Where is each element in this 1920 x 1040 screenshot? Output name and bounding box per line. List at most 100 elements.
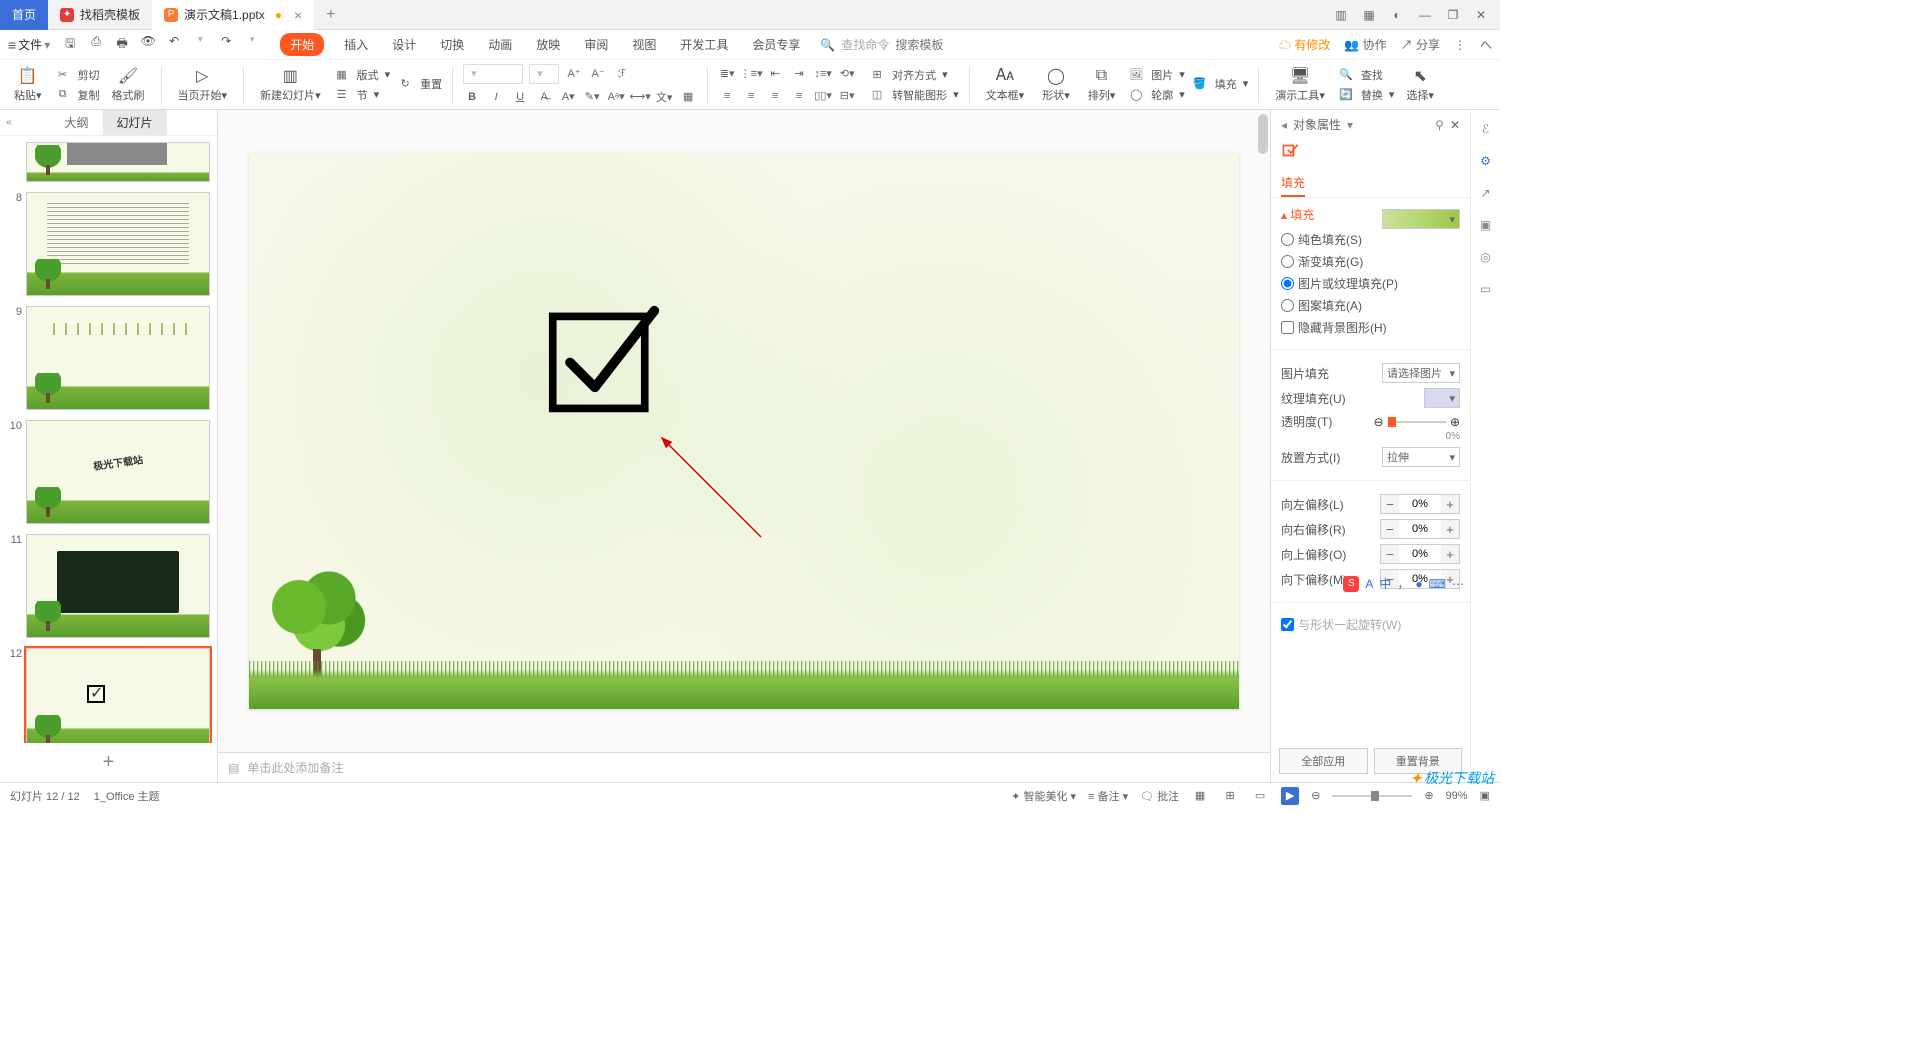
tab-document[interactable]: P 演示文稿1.pptx ● × — [152, 0, 314, 30]
slides-tab[interactable]: 幻灯片 — [103, 110, 167, 135]
tab-review[interactable]: 审阅 — [580, 33, 612, 56]
gradient-fill-radio[interactable]: 渐变填充(G) — [1281, 253, 1363, 270]
apply-all-button[interactable]: 全部应用 — [1279, 748, 1368, 774]
grid-icon[interactable]: ▦ — [1360, 6, 1378, 24]
tab-close-icon[interactable]: × — [294, 7, 302, 23]
tab-member[interactable]: 会员专享 — [748, 33, 804, 56]
increase-font-icon[interactable]: A⁺ — [565, 65, 583, 83]
resource-tool-icon[interactable]: ▣ — [1477, 216, 1495, 234]
normal-view-icon[interactable]: ▦ — [1191, 787, 1209, 805]
copy-icon[interactable]: ⧉ — [54, 86, 72, 104]
hamburger-icon[interactable]: ≡ — [8, 37, 16, 53]
thumbnail-list[interactable]: 8 9 10极光下载站 11 12 — [0, 136, 217, 743]
template-search-input[interactable] — [895, 38, 975, 52]
ime-toolbar[interactable]: S A 中 ， ● ⌨ ⋯ — [1343, 575, 1464, 592]
textbox-button[interactable]: 🗛文本框▾ — [980, 66, 1031, 103]
arrange-button[interactable]: ⧉排列▾ — [1082, 66, 1122, 103]
theme-tool-icon[interactable]: ◎ — [1477, 248, 1495, 266]
paste-button[interactable]: 📋粘贴▾ — [8, 66, 48, 103]
start-slideshow-button[interactable]: ▷当页开始▾ — [172, 66, 234, 103]
close-window-icon[interactable]: ✕ — [1472, 6, 1490, 24]
text-direction-icon[interactable]: ⟲▾ — [838, 65, 856, 83]
ime-mode[interactable]: 中 — [1379, 575, 1391, 592]
pin-icon[interactable]: ⚲ — [1435, 118, 1444, 132]
align-right-icon[interactable]: ≡ — [766, 87, 784, 105]
offset-left-spinner[interactable]: −+ — [1380, 494, 1460, 514]
collapse-panel-icon[interactable]: « — [6, 117, 12, 128]
slide-thumb-11[interactable] — [26, 534, 210, 638]
tab-new[interactable]: + — [314, 0, 347, 30]
preview-icon[interactable]: 👁 — [140, 34, 156, 55]
tab-start[interactable]: 开始 — [280, 33, 324, 56]
new-slide-button[interactable]: ▥新建幻灯片▾ — [254, 66, 327, 103]
solid-fill-radio[interactable]: 纯色填充(S) — [1281, 231, 1362, 248]
replace-icon[interactable]: 🔄 — [1337, 86, 1355, 104]
outline-tab[interactable]: 大纲 — [50, 110, 102, 135]
fill-tab[interactable]: 填充 — [1281, 170, 1305, 197]
tab-developer[interactable]: 开发工具 — [676, 33, 732, 56]
notes-toggle[interactable]: ≡ 备注 ▾ — [1088, 788, 1128, 804]
offset-right-spinner[interactable]: −+ — [1380, 519, 1460, 539]
coop-button[interactable]: 👥 协作 — [1344, 36, 1386, 53]
indent-inc-icon[interactable]: ⇥ — [790, 65, 808, 83]
strike-icon[interactable]: A̶ — [535, 88, 553, 106]
zoom-slider[interactable] — [1332, 795, 1412, 797]
columns-icon[interactable]: ▯▯▾ — [814, 87, 832, 105]
fill-icon[interactable]: 🪣 — [1191, 75, 1209, 93]
rotate-with-shape-checkbox[interactable]: 与形状一起旋转(W) — [1281, 616, 1401, 633]
tab-view[interactable]: 视图 — [628, 33, 660, 56]
find-icon[interactable]: 🔍 — [1337, 66, 1355, 84]
ime-keyboard-icon[interactable]: ⌨ — [1429, 577, 1446, 591]
select-button[interactable]: ⬉选择▾ — [1400, 66, 1440, 103]
char-spacing-icon[interactable]: ⟷▾ — [631, 88, 649, 106]
minimize-icon[interactable]: — — [1416, 6, 1434, 24]
settings-tool-icon[interactable]: ⚙ — [1477, 152, 1495, 170]
slide-thumb-12[interactable] — [26, 648, 210, 743]
slideshow-view-icon[interactable]: ▶ — [1281, 787, 1299, 805]
more-actions-icon[interactable]: ⋮ — [1454, 38, 1466, 52]
canvas-scrollbar[interactable] — [1258, 114, 1268, 154]
zoom-value[interactable]: 99% — [1446, 790, 1468, 802]
outline-icon[interactable]: ◯ — [1127, 86, 1145, 104]
italic-icon[interactable]: I — [487, 88, 505, 106]
help-tool-icon[interactable]: ▭ — [1477, 280, 1495, 298]
redo-icon[interactable]: ↷ — [218, 34, 234, 55]
fit-view-icon[interactable]: ▣ — [1480, 789, 1490, 802]
goto-tool-icon[interactable]: ↗ — [1477, 184, 1495, 202]
layout-icon[interactable]: ▦ — [333, 66, 351, 84]
text-effect-icon[interactable]: Aᵃ▾ — [607, 88, 625, 106]
current-slide[interactable] — [249, 153, 1239, 709]
reading-view-icon[interactable]: ▭ — [1251, 787, 1269, 805]
underline-icon[interactable]: U — [511, 88, 529, 106]
tab-templates[interactable]: ✦ 找稻壳模板 — [48, 0, 152, 30]
ime-more-icon[interactable]: ⋯ — [1452, 577, 1464, 591]
tab-animation[interactable]: 动画 — [484, 33, 516, 56]
command-search[interactable]: 🔍 查找命令 — [820, 36, 975, 53]
format-icon[interactable]: ▦ — [679, 88, 697, 106]
comments-toggle[interactable]: 🗨 批注 — [1140, 788, 1179, 804]
slide-canvas[interactable] — [218, 110, 1270, 752]
align-left-icon[interactable]: ≡ — [718, 87, 736, 105]
saveas-icon[interactable]: ⎙ — [88, 34, 104, 55]
close-panel-icon[interactable]: ✕ — [1450, 118, 1460, 132]
ime-punct[interactable]: ， — [1397, 575, 1409, 592]
picture-fill-select[interactable]: 请选择图片▾ — [1382, 363, 1460, 383]
more-icon[interactable]: ▾ — [244, 34, 260, 55]
align-justify-icon[interactable]: ≡ — [790, 87, 808, 105]
vertical-align-icon[interactable]: ⊟▾ — [838, 87, 856, 105]
highlight-icon[interactable]: ✎▾ — [583, 88, 601, 106]
undo-icon[interactable]: ↶ — [166, 34, 182, 55]
checkbox-shape[interactable] — [549, 313, 655, 419]
cut-icon[interactable]: ✂ — [54, 66, 72, 84]
section-icon[interactable]: ☰ — [333, 86, 351, 104]
slide-thumb-9[interactable] — [26, 306, 210, 410]
bullets-icon[interactable]: ≣▾ — [718, 65, 736, 83]
maximize-icon[interactable]: ❐ — [1444, 6, 1462, 24]
user-icon[interactable]: ◐ — [1388, 6, 1406, 24]
pending-changes[interactable]: ☁ 有修改 — [1279, 36, 1330, 53]
print-icon[interactable]: 🖶 — [114, 34, 130, 55]
tab-insert[interactable]: 插入 — [340, 33, 372, 56]
style-tool-icon[interactable]: ℰ — [1477, 120, 1495, 138]
font-color-icon[interactable]: A▾ — [559, 88, 577, 106]
picture-icon[interactable]: 🖼 — [1127, 66, 1145, 84]
